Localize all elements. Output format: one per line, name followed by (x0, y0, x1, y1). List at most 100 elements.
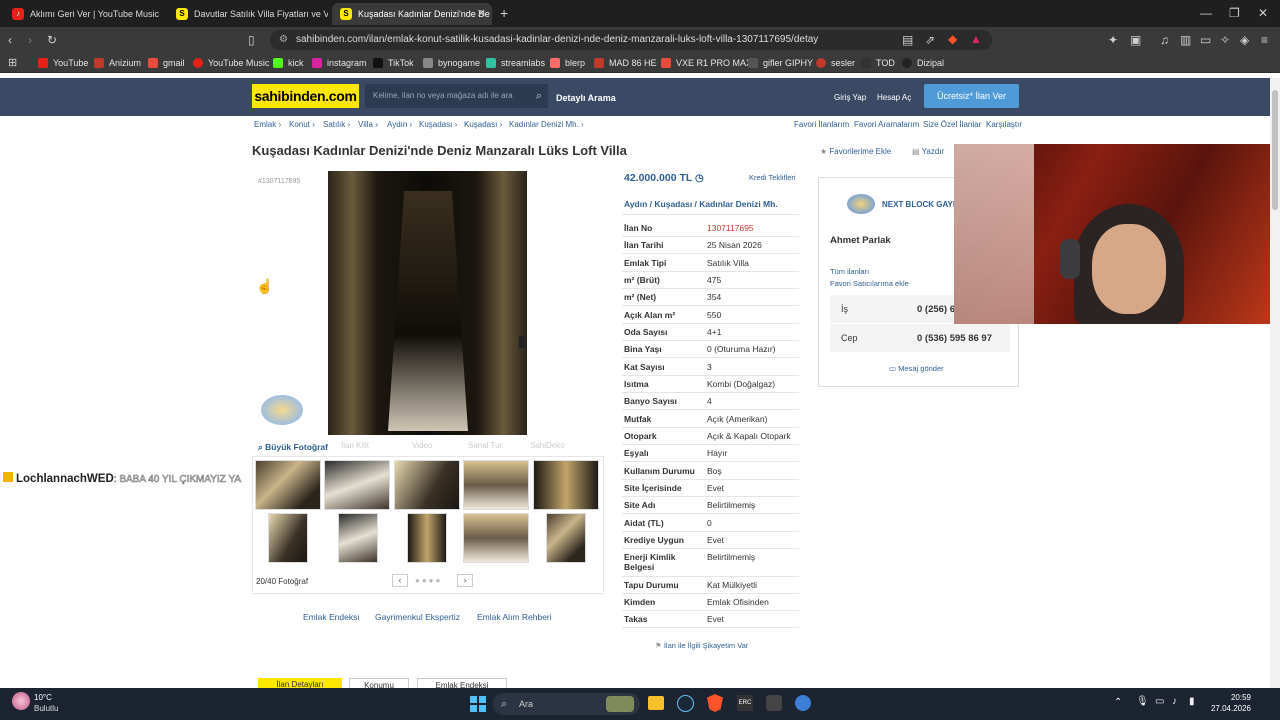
prev-page-button[interactable]: ‹ (392, 574, 408, 587)
listing-location[interactable]: Aydın / Kuşadası / Kadınlar Denizi Mh. (624, 199, 778, 209)
credit-offers-link[interactable]: Kredi Teklifleri (749, 173, 796, 182)
tray-expand-icon[interactable]: ⌃ (1114, 697, 1122, 708)
bookmark-item[interactable]: Dizipal (902, 56, 944, 70)
breadcrumb-item[interactable]: Emlak › (254, 120, 281, 130)
bookmark-item[interactable]: YouTube (38, 56, 88, 70)
compare-link[interactable]: Karşılaştır (986, 120, 1022, 130)
bookmark-item[interactable]: blerp (550, 56, 585, 70)
print-button[interactable]: ▤ Yazdır (912, 147, 944, 156)
bookmark-item[interactable]: gmail (148, 56, 185, 70)
reader-icon[interactable]: ▤ (902, 33, 913, 47)
sidebar-icon[interactable]: ▥ (1180, 33, 1191, 47)
screenshot-icon[interactable]: ▣ (1130, 33, 1141, 47)
big-photo-button[interactable]: ⌕ Büyük Fotoğraf (258, 442, 328, 453)
favorite-searches-link[interactable]: Favori Aramalarım (854, 120, 919, 130)
back-icon[interactable]: ‹ (8, 33, 12, 47)
reload-icon[interactable]: ↻ (47, 33, 57, 47)
bookmark-item[interactable]: streamlabs (486, 56, 545, 70)
volume-icon[interactable]: ♪ (1172, 696, 1177, 707)
photo-thumbnail[interactable] (394, 460, 460, 510)
breadcrumb-item[interactable]: Villa › (358, 120, 378, 130)
emlak-endeksi-link[interactable]: Emlak Endeksi (303, 612, 359, 622)
breadcrumb-item[interactable]: Aydın › (387, 120, 412, 130)
register-link[interactable]: Hesap Aç (877, 91, 911, 105)
bookmark-item[interactable]: TOD (861, 56, 895, 70)
photo-thumbnail[interactable] (463, 460, 529, 510)
next-page-button[interactable]: › (457, 574, 473, 587)
store-icon[interactable] (766, 695, 782, 711)
music-icon[interactable]: ♫ (1160, 33, 1169, 47)
close-window-button[interactable]: ✕ (1258, 6, 1268, 20)
favorite-button[interactable]: ★ Favorilerime Ekle (820, 147, 891, 156)
minimize-button[interactable]: — (1200, 6, 1212, 20)
photo-thumbnail[interactable] (533, 460, 599, 510)
network-icon[interactable]: ▭ (1155, 696, 1164, 707)
post-ad-button[interactable]: Ücretsiz* İlan Ver (924, 84, 1019, 108)
app-icon[interactable]: ERC (737, 695, 753, 711)
breadcrumb-item[interactable]: Kadınlar Denizi Mh. › (509, 120, 584, 130)
bookmark-item[interactable]: VXE R1 PRO MAX (661, 56, 752, 70)
site-info-icon[interactable]: ⚙ (279, 30, 288, 50)
tab-current[interactable]: S Kuşadası Kadınlar Denizi'nde De ✕ (332, 3, 492, 25)
gallery-tab[interactable]: Sanal Tur (468, 441, 502, 450)
forward-icon[interactable]: › (28, 33, 32, 47)
brave-rewards-icon[interactable]: ▲ (970, 32, 982, 46)
steam-icon[interactable] (677, 695, 694, 712)
search-icon[interactable]: ⌕ (536, 84, 542, 108)
site-logo[interactable]: sahibinden.com (252, 84, 359, 108)
maximize-button[interactable]: ❐ (1229, 6, 1240, 20)
page-scrollbar[interactable] (1270, 78, 1280, 688)
favorite-ads-link[interactable]: Favori İlanlarım (794, 120, 849, 130)
bookmark-item[interactable]: instagram (312, 56, 367, 70)
bookmark-icon[interactable]: ▯ (248, 33, 255, 47)
alim-rehberi-link[interactable]: Emlak Alım Rehberi (477, 612, 552, 622)
bookmark-item[interactable]: MAD 86 HE (594, 56, 657, 70)
main-photo[interactable] (328, 171, 527, 435)
detailed-search-link[interactable]: Detaylı Arama (556, 91, 616, 105)
bookmark-item[interactable]: sesler (816, 56, 855, 70)
gallery-tab[interactable]: İlan Kilit (341, 441, 369, 450)
taskbar-search[interactable]: ⌕ Ara (493, 693, 640, 715)
site-search-input[interactable]: Kelime, ilan no veya mağaza adı ile ara … (365, 84, 548, 108)
menu-icon[interactable]: ≡ (1261, 33, 1268, 47)
file-explorer-icon[interactable] (648, 696, 664, 710)
photo-thumbnail[interactable] (463, 513, 529, 563)
bookmark-item[interactable]: kick (273, 56, 304, 70)
settings-app-icon[interactable] (795, 695, 811, 711)
ai-icon[interactable]: ✧ (1220, 33, 1230, 47)
brave-icon[interactable] (707, 694, 723, 712)
brave-shield-icon[interactable]: ◆ (948, 32, 957, 46)
special-ads-link[interactable]: Size Özel İlanlar (923, 120, 981, 130)
share-icon[interactable]: ⇗ (925, 33, 935, 47)
bookmark-item[interactable]: bynogame (423, 56, 480, 70)
agency-name[interactable]: NEXT BLOCK GAYR (882, 200, 959, 209)
breadcrumb-item[interactable]: Kuşadası › (419, 120, 457, 130)
breadcrumb-item[interactable]: Satılık › (323, 120, 350, 130)
breadcrumb-item[interactable]: Kuşadası › (464, 120, 502, 130)
photo-thumbnail[interactable] (255, 460, 321, 510)
bookmark-item[interactable]: YouTube Music (193, 56, 269, 70)
bookmark-item[interactable]: Anizium (94, 56, 141, 70)
tab-youtube-music[interactable]: ♪ Aklımı Geri Ver | YouTube Music (4, 3, 164, 25)
ekspertiz-link[interactable]: Gayrimenkul Ekspertiz (375, 612, 460, 622)
price-history-icon[interactable]: ◷ (695, 173, 704, 184)
photo-thumbnail[interactable] (324, 460, 390, 510)
breadcrumb-item[interactable]: Konut › (289, 120, 315, 130)
photo-thumbnail[interactable] (407, 513, 447, 563)
apps-icon[interactable]: ⊞ (8, 56, 17, 70)
favorite-seller-link[interactable]: Favori Satıcılarıma ekle (830, 279, 909, 288)
windows-start-icon[interactable] (470, 696, 486, 712)
tab-davutlar[interactable]: S Davutlar Satılık Villa Fiyatları ve Vi… (168, 3, 328, 25)
bookmark-item[interactable]: gifler GIPHY (748, 56, 813, 70)
photo-thumbnail[interactable] (268, 513, 308, 563)
login-link[interactable]: Giriş Yap (834, 91, 866, 105)
new-tab-button[interactable]: + (500, 6, 508, 20)
send-message-button[interactable]: ▭ Mesaj gönder (889, 364, 944, 373)
battery-icon[interactable]: ▮ (1189, 696, 1195, 707)
scrollbar-thumb[interactable] (1272, 90, 1278, 210)
all-ads-link[interactable]: Tüm ilanları (830, 267, 869, 276)
complaint-link[interactable]: ⚑ İlan ile İlgili Şikayetim Var (655, 641, 748, 650)
wallet-icon[interactable]: ▭ (1200, 33, 1211, 47)
gallery-tab[interactable]: Video (412, 441, 432, 450)
photo-thumbnail[interactable] (546, 513, 586, 563)
